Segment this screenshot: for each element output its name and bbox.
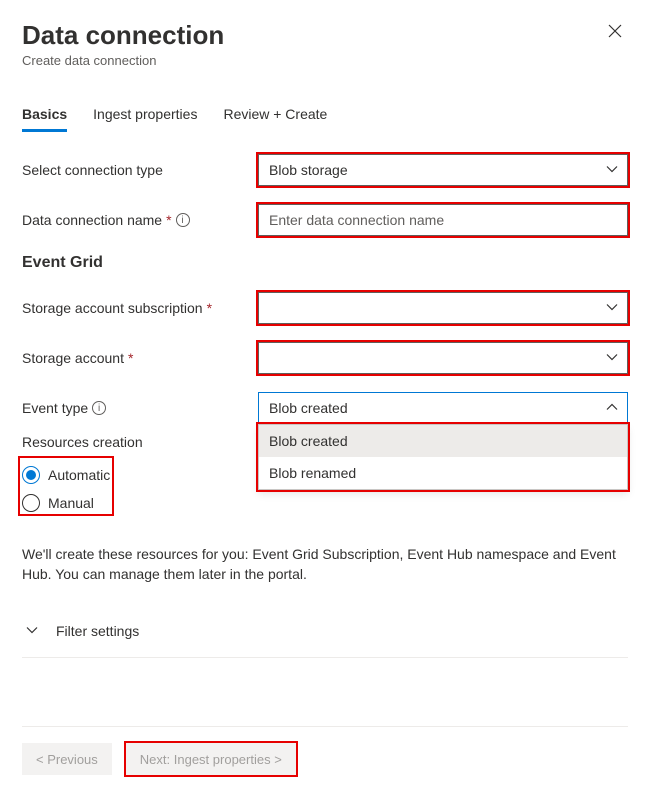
- radio-manual[interactable]: Manual: [22, 494, 110, 512]
- storage-account-label-text: Storage account: [22, 350, 124, 366]
- resources-creation-radios: Automatic Manual: [18, 456, 114, 516]
- event-type-label: Event type i: [22, 400, 258, 416]
- footer: < Previous Next: Ingest properties >: [22, 726, 628, 775]
- event-type-value: Blob created: [269, 400, 348, 416]
- filter-settings-toggle[interactable]: Filter settings: [22, 613, 628, 658]
- radio-automatic-label: Automatic: [48, 467, 110, 483]
- close-icon: [608, 24, 622, 38]
- connection-type-select[interactable]: Blob storage: [258, 154, 628, 186]
- event-type-option[interactable]: Blob renamed: [259, 457, 627, 489]
- chevron-down-icon: [606, 300, 618, 316]
- chevron-down-icon: [26, 623, 38, 639]
- page-title: Data connection: [22, 20, 224, 51]
- tab-review-create[interactable]: Review + Create: [223, 100, 327, 132]
- resources-creation-label: Resources creation: [22, 434, 258, 450]
- connection-name-label-text: Data connection name: [22, 212, 162, 228]
- filter-settings-label: Filter settings: [56, 623, 139, 639]
- resources-note: We'll create these resources for you: Ev…: [22, 544, 628, 585]
- page-subtitle: Create data connection: [22, 53, 224, 68]
- connection-type-label: Select connection type: [22, 162, 258, 178]
- required-asterisk: *: [207, 300, 212, 316]
- subscription-label-text: Storage account subscription: [22, 300, 203, 316]
- event-grid-heading: Event Grid: [22, 254, 628, 272]
- tab-basics[interactable]: Basics: [22, 100, 67, 132]
- tab-ingest-properties[interactable]: Ingest properties: [93, 100, 197, 132]
- storage-account-label: Storage account *: [22, 350, 258, 366]
- tabs: Basics Ingest properties Review + Create: [22, 100, 628, 132]
- previous-button[interactable]: < Previous: [22, 743, 112, 775]
- radio-icon: [22, 466, 40, 484]
- radio-automatic[interactable]: Automatic: [22, 466, 110, 484]
- required-asterisk: *: [166, 212, 171, 228]
- close-button[interactable]: [602, 20, 628, 45]
- chevron-down-icon: [606, 350, 618, 366]
- event-type-select[interactable]: Blob created: [258, 392, 628, 424]
- next-button[interactable]: Next: Ingest properties >: [126, 743, 296, 775]
- connection-type-value: Blob storage: [269, 162, 348, 178]
- event-type-label-text: Event type: [22, 400, 88, 416]
- chevron-up-icon: [606, 400, 618, 416]
- info-icon[interactable]: i: [176, 213, 190, 227]
- radio-icon: [22, 494, 40, 512]
- connection-name-label: Data connection name * i: [22, 212, 258, 228]
- event-type-option[interactable]: Blob created: [259, 425, 627, 457]
- chevron-down-icon: [606, 162, 618, 178]
- required-asterisk: *: [128, 350, 133, 366]
- event-type-dropdown: Blob created Blob renamed: [258, 424, 628, 490]
- radio-manual-label: Manual: [48, 495, 94, 511]
- connection-name-input[interactable]: [258, 204, 628, 236]
- subscription-select[interactable]: [258, 292, 628, 324]
- info-icon[interactable]: i: [92, 401, 106, 415]
- subscription-label: Storage account subscription *: [22, 300, 258, 316]
- storage-account-select[interactable]: [258, 342, 628, 374]
